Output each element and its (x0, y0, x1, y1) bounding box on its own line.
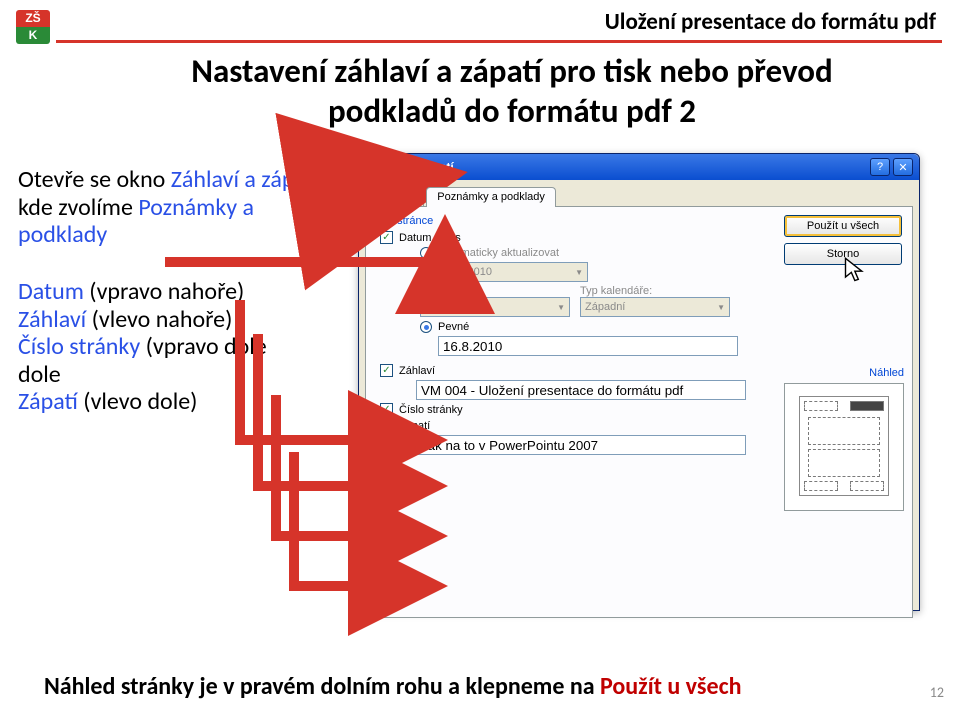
header-divider (56, 40, 942, 43)
preview-footer-right (850, 481, 884, 491)
checkbox-header[interactable]: ✓ (380, 364, 393, 377)
chevron-down-icon: ▼ (557, 303, 565, 312)
preview-body-top (808, 417, 880, 445)
logo-top: ZŠ (16, 10, 50, 27)
preview-box (784, 383, 904, 511)
ann2-datum: Datum (18, 277, 89, 306)
ann2-cislo: Číslo stránky (18, 332, 146, 361)
ann2-zapati: Zápatí (18, 387, 83, 416)
annotation-open-window: Otevře se okno Záhlaví a zápatí, kde zvo… (18, 166, 328, 249)
slide-page-number: 12 (930, 684, 944, 701)
checkbox-footer[interactable]: ✓ (380, 419, 393, 432)
ann1-b1: Záhlaví a zápatí (171, 165, 319, 194)
select-auto-date[interactable]: 16.8.2010▼ (438, 262, 588, 282)
checkbox-datetime[interactable]: ✓ (380, 231, 393, 244)
preview-header-left (804, 401, 838, 411)
ann2-dole: dole (18, 360, 61, 389)
select-calendar-type[interactable]: Západní▼ (580, 297, 730, 317)
preview-footer-left (804, 481, 838, 491)
ann2-zahlavi: Záhlaví (18, 305, 92, 334)
apply-all-button[interactable]: Použít u všech (784, 215, 902, 237)
label-fixed: Pevné (438, 321, 469, 333)
label-header: Záhlaví (399, 365, 435, 377)
label-footer: Zápatí (399, 420, 430, 432)
tab-notes-handouts[interactable]: Poznámky a podklady (426, 187, 556, 207)
annotation-parts: Datum (vpravo nahoře) Záhlaví (vlevo nah… (18, 278, 328, 416)
close-icon: ✕ (898, 161, 907, 174)
input-footer[interactable] (416, 435, 746, 455)
chevron-down-icon: ▼ (575, 268, 583, 277)
school-logo: ZŠ K (16, 10, 50, 44)
group-on-page: Na stránce (380, 215, 768, 227)
main-heading: Nastavení záhlaví a zápatí pro tisk nebo… (124, 52, 900, 131)
checkbox-page-number[interactable]: ✓ (380, 403, 393, 416)
close-button[interactable]: ✕ (893, 158, 913, 176)
select-language[interactable]: Čeština▼ (420, 297, 570, 317)
cursor-icon (842, 255, 870, 285)
preview-page (799, 396, 889, 496)
tab-content: Na stránce ✓ Datum a čas Automaticky akt… (365, 206, 913, 618)
label-calendar-type: Typ kalendáře: (580, 285, 730, 297)
label-page-number: Číslo stránky (399, 404, 463, 416)
label-datetime: Datum a čas (399, 232, 461, 244)
radio-fixed[interactable] (420, 321, 432, 333)
preview-body-bottom (808, 449, 880, 477)
logo-bottom: K (16, 27, 50, 44)
tab-slide[interactable]: Snímek (365, 187, 424, 207)
footer-note: Náhled stránky je v pravém dolním rohu a… (44, 672, 742, 701)
preview-header-right (850, 401, 884, 411)
dialog-titlebar[interactable]: Záhlaví a zápatí ? ✕ (359, 154, 919, 180)
dialog-title: Záhlaví a zápatí (365, 160, 867, 174)
chevron-down-icon: ▼ (717, 303, 725, 312)
label-language: Jazyk: (420, 285, 570, 297)
help-button[interactable]: ? (870, 158, 890, 176)
radio-auto-update[interactable] (420, 247, 432, 259)
ann1-pre: Otevře se okno (18, 165, 171, 194)
input-header[interactable] (416, 380, 746, 400)
document-title: Uložení presentace do formátu pdf (605, 8, 936, 36)
label-auto-update: Automaticky aktualizovat (438, 247, 559, 259)
header-footer-dialog: Záhlaví a zápatí ? ✕ Snímek Poznámky a p… (358, 153, 920, 611)
input-fixed-date[interactable] (438, 336, 738, 356)
preview-label: Náhled (869, 367, 904, 379)
help-icon: ? (877, 161, 883, 173)
